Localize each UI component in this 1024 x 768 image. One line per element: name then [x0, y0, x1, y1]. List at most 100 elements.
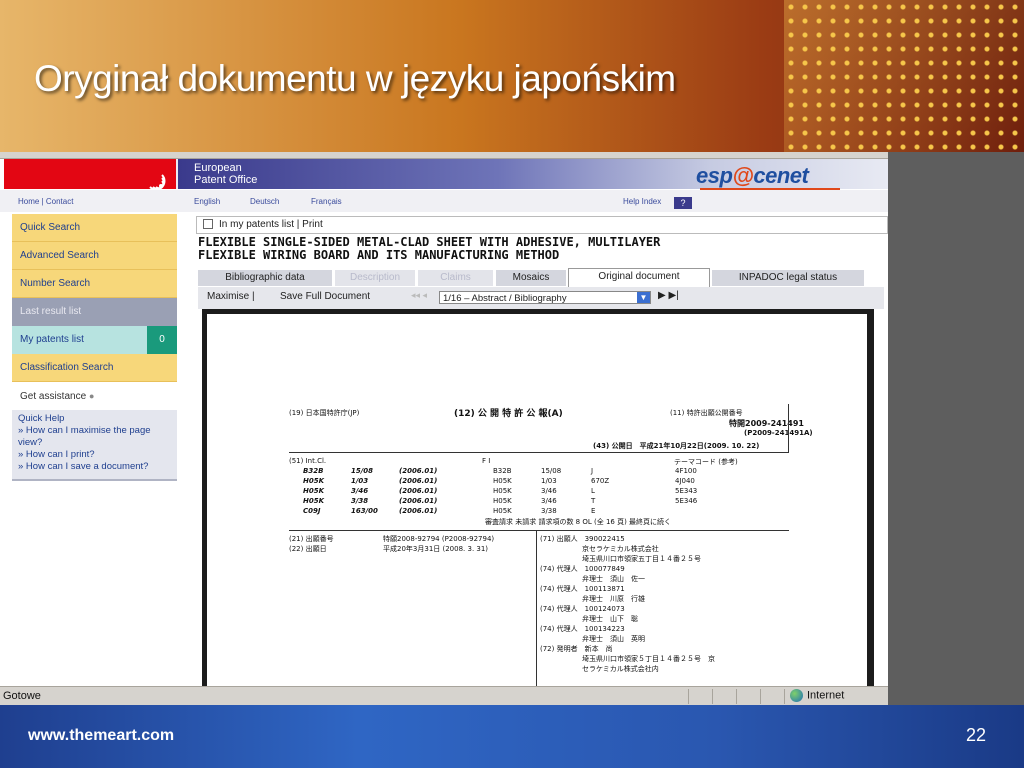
applicant-line: (74) 代理人 100077849 — [540, 565, 625, 573]
patents-list-bar: In my patents list | Print — [196, 216, 888, 234]
epo-org-line1: European — [194, 162, 242, 174]
status-divider — [784, 689, 785, 704]
doc-pub-date: (43) 公開日 平成21年10月22日(2009. 10. 22) — [593, 442, 760, 450]
sidebar-item-label: My patents list — [20, 334, 84, 345]
doc-ipc-label: (51) Int.Cl. — [289, 457, 327, 465]
first-prev-page-icon[interactable]: ◂◂ ◂ — [411, 290, 427, 301]
lang-francais-link[interactable]: Français — [311, 197, 342, 206]
lang-deutsch-link[interactable]: Deutsch — [250, 197, 279, 206]
quick-help-link-print[interactable]: » How can I print? — [18, 449, 171, 461]
epo-logo-area[interactable] — [4, 159, 176, 191]
applicant-line: (74) 代理人 100124073 — [540, 605, 625, 613]
theme-code: 4J040 — [675, 477, 695, 485]
browser-window: European Patent Office esp@cenet Home | … — [0, 152, 888, 705]
status-divider — [688, 689, 689, 704]
sidebar-item-my-patents-list[interactable]: My patents list 0 — [12, 326, 177, 354]
save-full-document-link[interactable]: Save Full Document — [280, 291, 370, 302]
footer-url: www.themeart.com — [28, 727, 175, 744]
status-divider — [760, 689, 761, 704]
ipc-subgroup: 3/38 — [351, 497, 369, 505]
my-patents-checkbox[interactable] — [203, 219, 213, 230]
slide-page-number: 22 — [965, 725, 986, 745]
fi-subgroup: 3/38 — [541, 507, 557, 515]
browser-toolbar — [0, 152, 888, 159]
applicant-line: 埼玉県川口市領家５丁目１４番２５号 京 — [540, 655, 715, 663]
tab-original-document[interactable]: Original document — [568, 268, 710, 288]
doc-exam-line: 審査請求 未請求 請求項の数 8 OL (全 16 頁) 最終頁に続く — [485, 518, 672, 526]
ipc-code: C09J — [303, 507, 321, 515]
ipc-subgroup: 3/46 — [351, 487, 369, 495]
applicant-line: 埼玉県川口市領家五丁目１４番２５号 — [540, 555, 701, 563]
fi-subgroup: 1/03 — [541, 477, 557, 485]
tab-inpadoc-legal-status[interactable]: INPADOC legal status — [712, 270, 864, 286]
brand-suffix: cenet — [753, 163, 809, 188]
applicant-line: 京セラケミカル株式会社 — [540, 545, 659, 553]
tab-description[interactable]: Description — [335, 270, 415, 286]
lang-english-link[interactable]: English — [194, 197, 220, 206]
help-icon[interactable]: ? — [674, 197, 692, 209]
quick-help-link-save[interactable]: » How can I save a document? — [18, 461, 171, 473]
patents-count-badge: 0 — [147, 326, 177, 354]
page-select[interactable]: 1/16 – Abstract / Bibliography ▼ — [439, 291, 651, 304]
status-divider — [712, 689, 713, 704]
brand-prefix: esp — [696, 163, 733, 188]
chevron-down-icon[interactable]: ▼ — [637, 292, 650, 303]
epo-org-name: European Patent Office — [194, 162, 257, 186]
doc-office: (19) 日本国特許庁(JP) — [289, 409, 360, 417]
sidebar-item-label: Get assistance — [20, 391, 87, 402]
slide-header: Oryginał dokumentu w języku japońskim — [0, 0, 1024, 152]
ipc-version: (2006.01) — [399, 467, 438, 475]
home-contact-link[interactable]: Home | Contact — [18, 197, 73, 206]
applicant-line: 弁理士 山下 聡 — [540, 615, 638, 623]
status-divider — [736, 689, 737, 704]
maximise-link[interactable]: Maximise | — [207, 291, 255, 302]
sidebar: Quick Search Advanced Search Number Sear… — [12, 214, 177, 481]
applicant-line: 弁理士 須山 佐一 — [540, 575, 645, 583]
status-zone-label: Internet — [807, 689, 845, 702]
tab-mosaics[interactable]: Mosaics — [496, 270, 566, 286]
doc-kind: (12) 公 開 特 許 公 報(A) — [454, 409, 563, 419]
quick-help-title: Quick Help — [18, 413, 65, 424]
fi-code: H05K — [493, 477, 512, 485]
fi-suffix: J — [591, 467, 594, 475]
document-page[interactable]: (19) 日本国特許庁(JP) (12) 公 開 特 許 公 報(A) (11)… — [207, 314, 867, 695]
applicant-line: (74) 代理人 100113871 — [540, 585, 625, 593]
help-index-link[interactable]: Help Index — [623, 197, 661, 206]
fi-subgroup: 3/46 — [541, 497, 557, 505]
quick-help-link-maximise[interactable]: » How can I maximise the page view? — [18, 425, 171, 449]
ipc-version: (2006.01) — [399, 487, 438, 495]
browser-status-bar: Gotowe Internet — [0, 686, 888, 705]
document-tabs: Bibliographic data Description Claims Mo… — [198, 268, 884, 288]
quick-help-box: Quick Help » How can I maximise the page… — [12, 410, 177, 481]
slide-footer: www.themeart.com 22 — [0, 705, 1024, 768]
sidebar-item-last-result-list[interactable]: Last result list — [12, 298, 177, 326]
fi-subgroup: 3/46 — [541, 487, 557, 495]
applicant-line: (74) 代理人 100134223 — [540, 625, 625, 633]
sidebar-item-number-search[interactable]: Number Search — [12, 270, 177, 298]
espacenet-logo[interactable]: esp@cenet — [696, 163, 809, 189]
fi-suffix: T — [591, 497, 596, 505]
sidebar-item-get-assistance[interactable]: Get assistance ● — [12, 382, 177, 410]
ipc-subgroup: 1/03 — [351, 477, 369, 485]
globe-icon — [790, 689, 803, 702]
fi-suffix: 670Z — [591, 477, 610, 485]
doc-fi-label: F I — [482, 457, 491, 465]
doc-pubno: 特開2009-241491 — [729, 419, 804, 428]
sidebar-item-quick-search[interactable]: Quick Search — [12, 214, 177, 242]
tab-bibliographic-data[interactable]: Bibliographic data — [198, 270, 332, 286]
doc-app-no: 特願2008-92794 (P2008-92794) — [383, 535, 495, 543]
status-text: Gotowe — [3, 690, 41, 702]
patents-list-print-label[interactable]: In my patents list | Print — [219, 219, 323, 230]
document-title: FLEXIBLE SINGLE-SIDED METAL-CLAD SHEET W… — [198, 236, 878, 262]
sidebar-item-advanced-search[interactable]: Advanced Search — [12, 242, 177, 270]
brand-accent: @ — [732, 163, 754, 188]
slide-right-panel — [888, 152, 1024, 705]
next-last-page-icon[interactable]: ▶ ▶| — [658, 290, 679, 301]
status-zone: Internet — [790, 689, 844, 702]
slide-title: Oryginał dokumentu w języku japońskim — [34, 58, 676, 99]
page-select-value: 1/16 – Abstract / Bibliography — [443, 293, 567, 304]
sidebar-item-classification-search[interactable]: Classification Search — [12, 354, 177, 382]
tab-claims[interactable]: Claims — [418, 270, 493, 286]
doc-pubno-label: (11) 特許出願公開番号 — [670, 409, 743, 417]
document-toolbar: Maximise | Save Full Document ◂◂ ◂ 1/16 … — [198, 287, 884, 309]
